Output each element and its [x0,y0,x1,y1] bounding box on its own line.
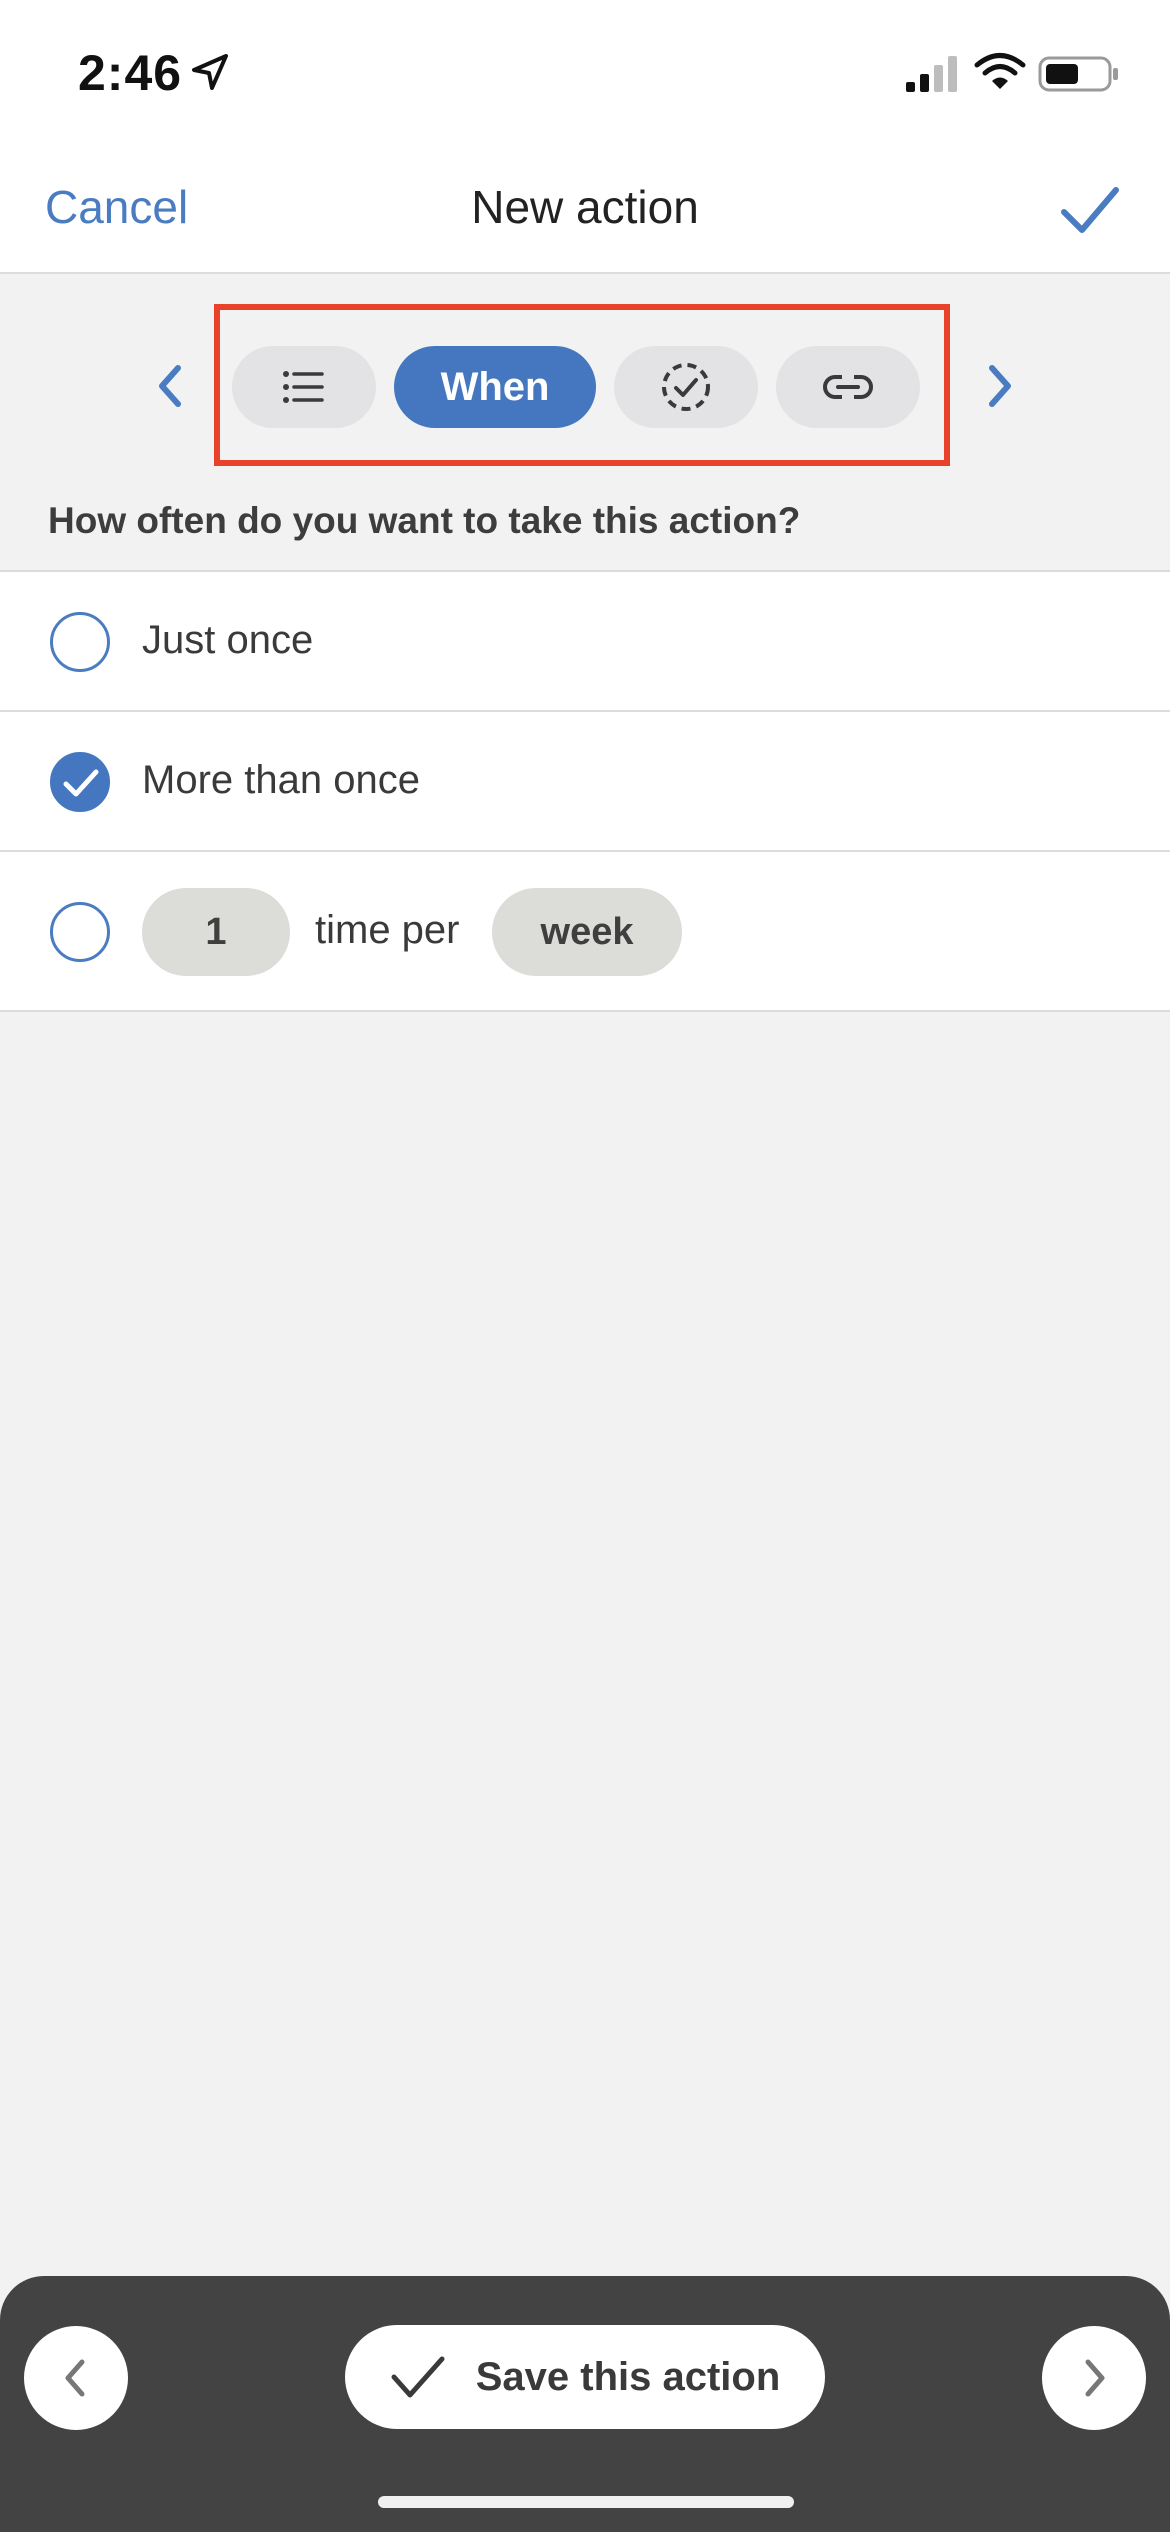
battery-icon [1038,56,1118,92]
chevron-left-icon [65,2359,85,2397]
frequency-options: Just once More than once 1 time per week [0,570,1170,1012]
count-selector[interactable]: 1 [142,888,290,976]
step-links[interactable] [776,346,920,428]
dashed-circle-check-icon [662,363,710,411]
radio-button[interactable] [50,612,110,672]
checkmark-icon [63,769,99,797]
chevron-right-icon[interactable] [980,360,1020,412]
previous-button[interactable] [24,2326,128,2430]
radio-button-checked[interactable] [50,752,110,812]
status-bar: 2:46 [0,0,1170,150]
page-title: New action [471,181,699,233]
radio-button[interactable] [50,902,110,962]
status-time: 2:46 [78,45,183,101]
save-action-button[interactable]: Save this action [345,2325,825,2429]
list-icon [283,371,324,403]
cellular-signal-icon [906,56,957,92]
home-indicator [378,2496,794,2508]
checkmark-icon [391,2356,445,2398]
nav-bar: Cancel New action [0,150,1170,274]
step-completion[interactable] [614,346,758,428]
step-when[interactable]: When [394,346,596,428]
wifi-icon [974,53,1026,89]
bottom-action-bar: Save this action [0,2276,1170,2532]
next-button[interactable] [1042,2326,1146,2430]
option-label: Just once [142,618,314,662]
chevron-right-icon [1085,2359,1105,2397]
option-just-once[interactable]: Just once [0,572,1170,712]
checkmark-icon[interactable] [1058,178,1122,242]
option-label: More than once [142,758,420,802]
frequency-label: time per [315,908,460,952]
step-navigator: When [0,274,1170,474]
chevron-left-icon[interactable] [150,360,190,412]
save-button-label: Save this action [475,2354,781,2399]
location-arrow-icon [192,54,228,90]
option-more-than-once[interactable]: More than once [0,712,1170,852]
option-frequency[interactable]: 1 time per week [0,852,1170,1012]
question-heading: How often do you want to take this actio… [48,500,801,541]
link-icon [823,373,873,401]
period-selector[interactable]: week [492,888,682,976]
step-details[interactable] [232,346,376,428]
